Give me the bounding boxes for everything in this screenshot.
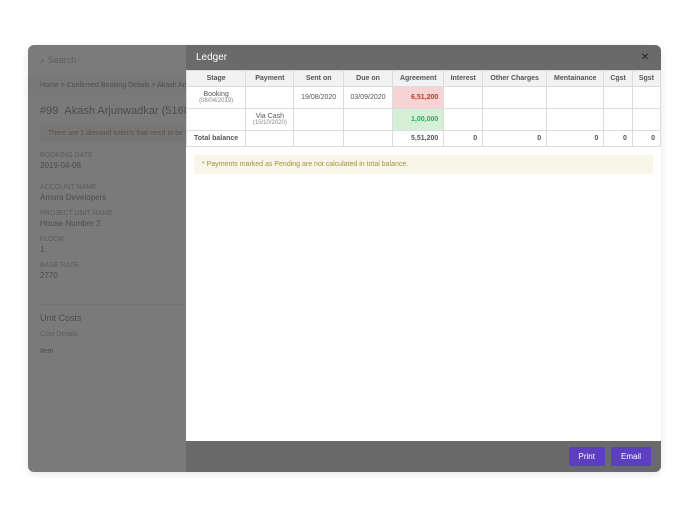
- modal-title: Ledger: [196, 52, 227, 63]
- col-payment: Payment: [246, 71, 294, 87]
- cell-agreement: 6,51,200: [393, 87, 444, 109]
- col-sgst: Sgst: [632, 71, 660, 87]
- modal-header: Ledger ✕: [186, 45, 661, 70]
- col-agreement: Agreement: [393, 71, 444, 87]
- col-other-charges: Other Charges: [483, 71, 547, 87]
- cell-interest: [444, 109, 483, 131]
- cell-stage: Booking(08/04/2019): [187, 87, 246, 109]
- col-maintenance: Mentainance: [547, 71, 604, 87]
- total-agreement: 5,51,200: [393, 131, 444, 147]
- cell-sgst: [632, 87, 660, 109]
- cell-other: [483, 87, 547, 109]
- total-cgst: 0: [604, 131, 632, 147]
- cell-cgst: [604, 87, 632, 109]
- total-interest: 0: [444, 131, 483, 147]
- total-label: Total balance: [187, 131, 246, 147]
- ledger-modal: Ledger ✕ Stage Payment Sent on Due on Ag…: [186, 45, 661, 472]
- col-interest: Interest: [444, 71, 483, 87]
- table-header-row: Stage Payment Sent on Due on Agreement I…: [187, 71, 661, 87]
- cell-interest: [444, 87, 483, 109]
- pending-note: * Payments marked as Pending are not cal…: [194, 155, 653, 174]
- total-sgst: 0: [632, 131, 660, 147]
- total-maint: 0: [547, 131, 604, 147]
- table-row: Via Cash(15/10/2020) 1,00,000: [187, 109, 661, 131]
- email-button[interactable]: Email: [611, 447, 651, 466]
- cell-cgst: [604, 109, 632, 131]
- cell-payment: [246, 87, 294, 109]
- cell-payment: Via Cash(15/10/2020): [246, 109, 294, 131]
- cell-agreement: 1,00,000: [393, 109, 444, 131]
- cell-due-on: [343, 109, 392, 131]
- modal-footer: Print Email: [186, 441, 661, 472]
- col-due-on: Due on: [343, 71, 392, 87]
- col-cgst: Cgst: [604, 71, 632, 87]
- cell-stage: [187, 109, 246, 131]
- cell-other: [483, 109, 547, 131]
- print-button[interactable]: Print: [569, 447, 605, 466]
- ledger-table: Stage Payment Sent on Due on Agreement I…: [186, 70, 661, 147]
- cell-sent-on: [294, 109, 343, 131]
- table-total-row: Total balance 5,51,200 0 0 0 0 0: [187, 131, 661, 147]
- cell-maint: [547, 109, 604, 131]
- modal-body: Stage Payment Sent on Due on Agreement I…: [186, 70, 661, 441]
- cell-due-on: 03/09/2020: [343, 87, 392, 109]
- col-stage: Stage: [187, 71, 246, 87]
- close-icon[interactable]: ✕: [639, 52, 651, 63]
- cell-maint: [547, 87, 604, 109]
- col-sent-on: Sent on: [294, 71, 343, 87]
- app-frame: ⌕ Search Home > Confirmed Booking Detail…: [28, 45, 661, 472]
- table-row: Booking(08/04/2019) 19/08/2020 03/09/202…: [187, 87, 661, 109]
- cell-sent-on: 19/08/2020: [294, 87, 343, 109]
- cell-sgst: [632, 109, 660, 131]
- total-other: 0: [483, 131, 547, 147]
